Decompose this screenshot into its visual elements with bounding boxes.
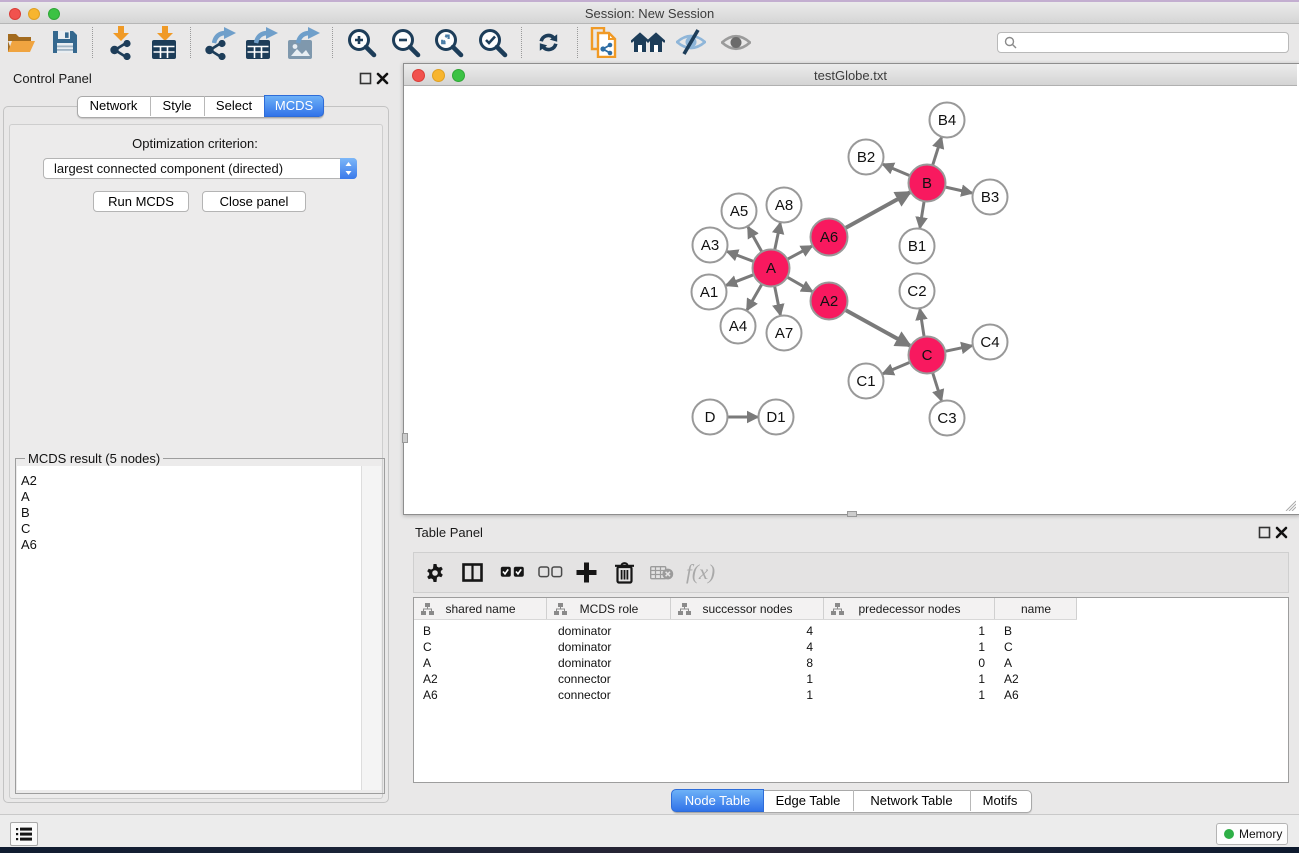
svg-text:C2: C2 (907, 283, 926, 300)
svg-text:B4: B4 (938, 112, 956, 129)
svg-text:C4: C4 (980, 334, 999, 351)
svg-text:A4: A4 (729, 318, 747, 335)
svg-text:D: D (705, 409, 716, 426)
svg-text:C: C (922, 347, 933, 364)
svg-text:A: A (766, 260, 776, 277)
svg-text:B1: B1 (908, 238, 926, 255)
svg-text:A5: A5 (730, 203, 748, 220)
svg-text:A1: A1 (700, 284, 718, 301)
svg-text:A6: A6 (820, 229, 838, 246)
svg-text:C3: C3 (937, 410, 956, 427)
svg-text:B2: B2 (857, 149, 875, 166)
svg-text:A7: A7 (775, 325, 793, 342)
svg-text:A3: A3 (701, 237, 719, 254)
svg-text:B3: B3 (981, 189, 999, 206)
svg-text:A2: A2 (820, 293, 838, 310)
svg-text:B: B (922, 175, 932, 192)
svg-text:C1: C1 (856, 373, 875, 390)
svg-text:D1: D1 (766, 409, 785, 426)
svg-text:A8: A8 (775, 197, 793, 214)
